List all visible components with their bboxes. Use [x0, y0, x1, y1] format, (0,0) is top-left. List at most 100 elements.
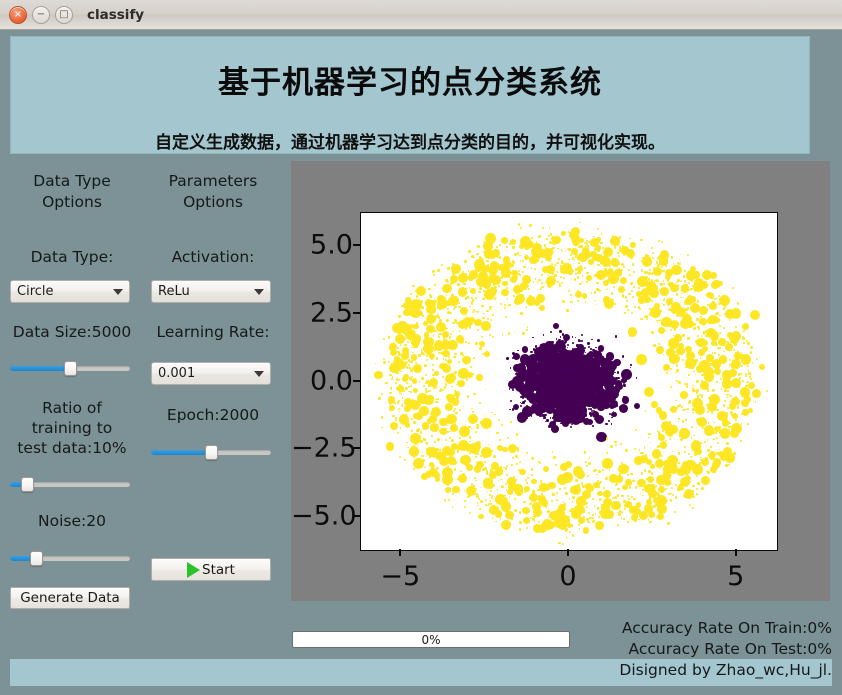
activation-select[interactable]: ReLu: [151, 280, 271, 303]
scatter-point: [745, 384, 748, 388]
close-icon[interactable]: ×: [9, 5, 27, 24]
scatter-point: [584, 460, 587, 464]
scatter-point: [538, 461, 541, 464]
scatter-point: [518, 223, 521, 226]
scatter-point: [592, 425, 595, 428]
scatter-point: [720, 387, 723, 390]
scatter-point: [634, 448, 637, 450]
scatter-point: [533, 520, 536, 523]
scatter-point: [454, 370, 457, 374]
scatter-point: [716, 381, 718, 383]
noise-slider-handle[interactable]: [30, 551, 44, 566]
scatter-point: [581, 484, 585, 488]
parameters-options-heading-line2: Options: [183, 193, 243, 211]
scatter-point: [581, 293, 588, 299]
data-size-slider-handle[interactable]: [64, 361, 77, 376]
scatter-point: [484, 388, 487, 391]
scatter-point: [698, 305, 708, 315]
scatter-point: [572, 342, 574, 344]
scatter-point: [595, 346, 598, 349]
scatter-point: [545, 237, 548, 240]
scatter-point: [591, 516, 594, 520]
scatter-point: [568, 231, 570, 234]
scatter-point: [538, 520, 541, 523]
scatter-point: [669, 354, 679, 364]
scatter-point: [749, 309, 760, 320]
scatter-point: [466, 395, 470, 399]
maximize-icon[interactable]: □: [55, 5, 73, 24]
scatter-point: [396, 401, 400, 404]
scatter-point: [766, 389, 769, 392]
epoch-slider-handle[interactable]: [205, 445, 218, 460]
scatter-point: [423, 340, 425, 342]
data-size-slider-fill: [10, 366, 70, 371]
scatter-point: [659, 250, 669, 260]
scatter-point: [718, 346, 721, 350]
scatter-point: [447, 373, 456, 382]
scatter-point: [594, 513, 597, 515]
scatter-point: [721, 381, 724, 384]
scatter-point: [583, 451, 587, 454]
scatter-point: [542, 465, 549, 472]
epoch-slider[interactable]: [151, 444, 271, 462]
scatter-point: [620, 268, 623, 272]
scatter-point: [565, 461, 573, 469]
data-size-slider[interactable]: [10, 360, 130, 378]
scatter-point: [645, 275, 648, 279]
scatter-point: [729, 400, 731, 403]
scatter-point: [691, 425, 694, 428]
scatter-point: [412, 467, 415, 470]
scatter-point: [560, 230, 567, 236]
scatter-point: [435, 398, 437, 401]
noise-slider[interactable]: [10, 550, 130, 568]
scatter-point: [544, 373, 547, 375]
scatter-point: [728, 393, 730, 396]
scatter-point: [532, 489, 535, 492]
scatter-point: [715, 431, 718, 434]
scatter-point: [639, 492, 641, 494]
minimize-icon[interactable]: −: [32, 5, 50, 24]
scatter-point: [510, 275, 518, 284]
scatter-point: [441, 446, 452, 457]
scatter-point: [484, 499, 487, 502]
generate-data-button[interactable]: Generate Data: [10, 587, 130, 609]
scatter-point: [585, 465, 588, 468]
scatter-point: [646, 475, 654, 483]
ratio-slider-handle[interactable]: [20, 477, 34, 492]
learning-rate-select[interactable]: 0.001: [151, 362, 271, 385]
scatter-point: [548, 227, 551, 229]
scatter-point: [741, 331, 744, 334]
scatter-point: [579, 221, 581, 224]
scatter-point: [645, 410, 647, 412]
scatter-point: [519, 254, 522, 257]
scatter-point: [474, 266, 476, 268]
scatter-point: [670, 386, 672, 389]
scatter-point: [547, 383, 556, 392]
scatter-point: [538, 235, 541, 238]
scatter-point: [452, 493, 454, 495]
scatter-point: [700, 487, 704, 490]
scatter-point: [661, 429, 664, 432]
start-button[interactable]: Start: [151, 558, 271, 581]
scatter-point: [620, 461, 623, 465]
scatter-point: [498, 285, 500, 287]
scatter-point: [631, 289, 634, 293]
scatter-point: [559, 347, 562, 351]
data-size-label: Data Size:5000: [12, 323, 132, 341]
data-type-select[interactable]: Circle: [10, 280, 130, 303]
scatter-point: [388, 337, 391, 340]
scatter-point: [715, 304, 717, 307]
scatter-point: [548, 481, 556, 489]
scatter-point: [399, 344, 402, 347]
scatter-point: [448, 336, 452, 340]
scatter-point: [517, 377, 524, 385]
scatter-point: [457, 361, 460, 364]
scatter-point: [694, 373, 697, 376]
scatter-point: [684, 383, 686, 385]
scatter-point: [464, 289, 466, 292]
scatter-point: [668, 438, 671, 440]
scatter-point: [444, 383, 448, 386]
ratio-slider[interactable]: [10, 476, 130, 494]
scatter-point: [687, 350, 690, 353]
scatter-point: [513, 273, 515, 276]
